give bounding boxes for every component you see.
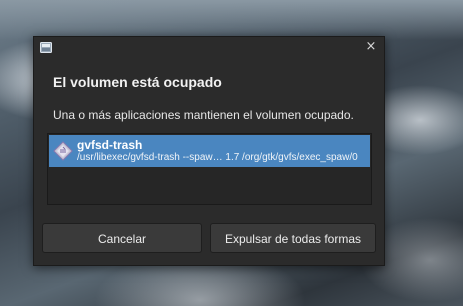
dialog-heading: El volumen está ocupado [53,74,222,90]
eject-anyway-button[interactable]: Expulsar de todas formas [210,223,376,253]
close-button[interactable]: × [364,40,378,54]
dialog-message: Una o más aplicaciones mantienen el volu… [53,108,354,122]
dialog-titlebar: × [34,37,384,59]
dialog-app-icon [40,42,52,53]
app-name: gvfsd-trash [77,138,143,152]
busy-applications-list[interactable]: gvfsd-trash /usr/libexec/gvfsd-trash --s… [47,133,372,205]
app-command: /usr/libexec/gvfsd-trash --spaw… 1.7 /or… [77,152,358,163]
wallpaper-sky [0,0,463,40]
executable-icon [53,141,73,161]
busy-volume-dialog: × El volumen está ocupado Una o más apli… [33,36,385,266]
cancel-button[interactable]: Cancelar [42,223,202,253]
list-item[interactable]: gvfsd-trash /usr/libexec/gvfsd-trash --s… [49,135,370,167]
